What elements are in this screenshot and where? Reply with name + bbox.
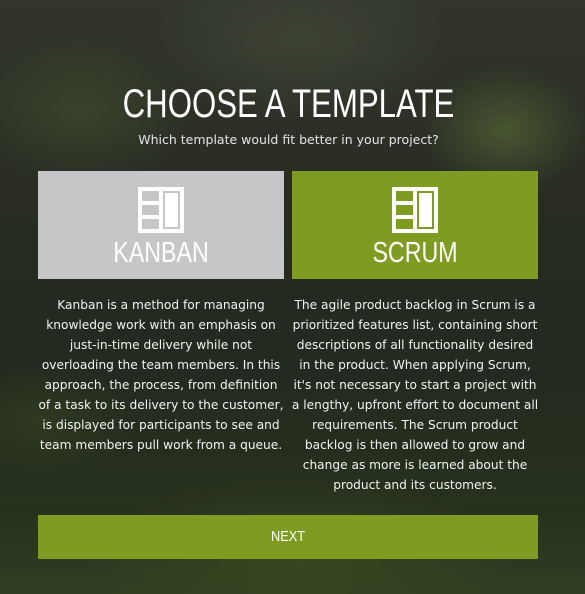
next-button[interactable]: NEXT xyxy=(38,515,538,559)
scrum-description: The agile product backlog in Scrum is a … xyxy=(291,298,539,492)
template-card-label: KANBAN xyxy=(113,237,209,269)
board-layout-icon xyxy=(138,187,184,233)
template-card-label: SCRUM xyxy=(372,237,458,269)
next-button-label: NEXT xyxy=(270,528,305,545)
page-subtitle: Which template would fit better in your … xyxy=(138,132,439,147)
template-card-kanban[interactable]: KANBAN xyxy=(38,171,284,279)
kanban-description: Kanban is a method for managing knowledg… xyxy=(38,298,284,452)
board-layout-icon xyxy=(392,187,438,233)
template-card-scrum[interactable]: SCRUM xyxy=(292,171,538,279)
page-title: CHOOSE A TEMPLATE xyxy=(122,82,455,126)
